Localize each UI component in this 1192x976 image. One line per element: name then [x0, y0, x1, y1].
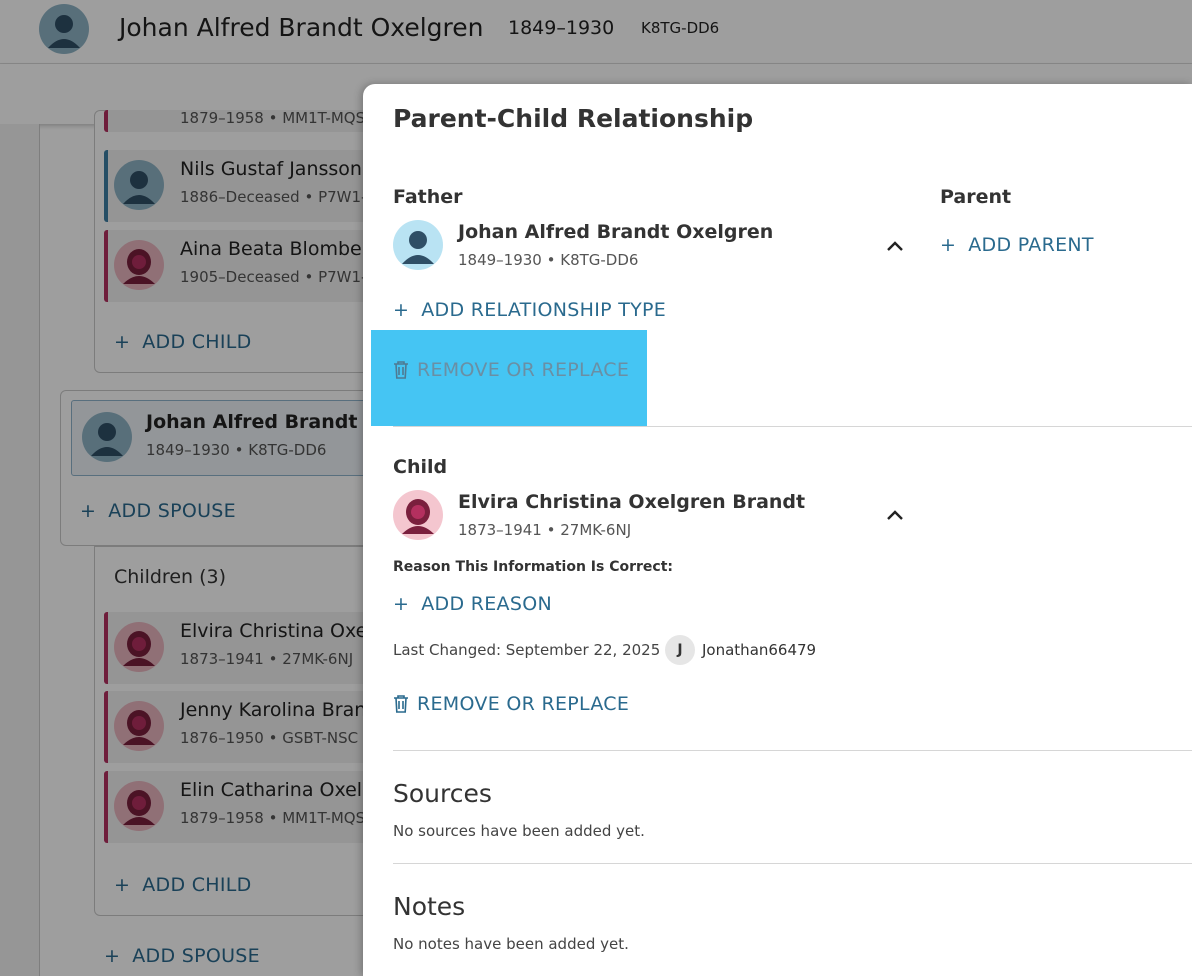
child-label: Child: [393, 456, 448, 478]
sources-title: Sources: [393, 779, 492, 808]
add-relationship-type-button[interactable]: + ADD RELATIONSHIP TYPE: [393, 299, 666, 321]
add-reason-button[interactable]: + ADD REASON: [393, 593, 552, 615]
section-divider: [393, 750, 1192, 751]
last-changed-text: Last Changed: September 22, 2025: [393, 641, 661, 659]
chevron-up-icon[interactable]: [883, 235, 907, 259]
child-name[interactable]: Elvira Christina Oxelgren Brandt: [458, 491, 805, 513]
user-avatar[interactable]: J: [665, 635, 695, 665]
reason-label: Reason This Information Is Correct:: [393, 559, 674, 575]
remove-or-replace-child-button[interactable]: REMOVE OR REPLACE: [393, 693, 629, 715]
dialog-title: Parent-Child Relationship: [393, 104, 754, 133]
remove-or-replace-father-button[interactable]: REMOVE OR REPLACE: [393, 359, 629, 381]
male-avatar-icon: [393, 220, 443, 270]
trash-icon: [394, 361, 408, 379]
sources-empty-text: No sources have been added yet.: [393, 822, 645, 840]
section-divider: [393, 426, 1192, 427]
notes-title: Notes: [393, 892, 466, 921]
father-name[interactable]: Johan Alfred Brandt Oxelgren: [458, 221, 773, 243]
father-label: Father: [393, 186, 463, 208]
father-meta: 1849–1930 • K8TG-DD6: [458, 251, 639, 269]
female-avatar-icon: [393, 490, 443, 540]
section-divider: [393, 863, 1192, 864]
parent-label: Parent: [940, 186, 1012, 208]
add-parent-button[interactable]: + ADD PARENT: [940, 234, 1094, 256]
chevron-up-icon[interactable]: [883, 504, 907, 528]
child-meta: 1873–1941 • 27MK-6NJ: [458, 521, 632, 539]
notes-empty-text: No notes have been added yet.: [393, 935, 629, 953]
trash-icon: [394, 695, 408, 713]
contributor-name[interactable]: Jonathan66479: [702, 641, 816, 659]
relationship-dialog: Parent-Child Relationship Father Johan A…: [363, 84, 1192, 976]
